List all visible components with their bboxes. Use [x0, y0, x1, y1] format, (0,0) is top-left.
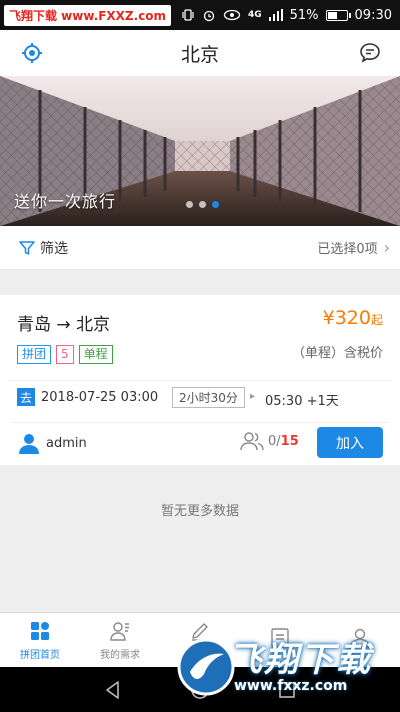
filter-bar[interactable]: 筛选 已选择0项 ›	[0, 226, 400, 270]
tab-home[interactable]: 拼团首页	[0, 613, 80, 667]
tags: 拼团 5 单程	[17, 345, 113, 364]
arrive-time: 05:30 +1天	[265, 394, 339, 409]
no-more-data: 暂无更多数据	[160, 504, 239, 519]
price-suffix: 起	[370, 313, 383, 327]
back-icon[interactable]	[102, 679, 124, 701]
arrow-right-icon: ▸	[250, 391, 256, 402]
status-icons: 4G 51% 09:30	[181, 8, 400, 23]
divider	[10, 422, 390, 423]
watermark-emblem-icon	[177, 638, 235, 696]
carousel-dots	[186, 201, 219, 208]
group-icon	[240, 432, 264, 451]
filter-button[interactable]: 筛选	[18, 238, 68, 258]
page-title: 北京	[180, 43, 219, 66]
trip-card[interactable]: 青岛 → 北京 ¥320起 拼团 5 单程 （单程）含税价 去 2018-07-…	[0, 295, 400, 465]
user-list-icon	[110, 621, 129, 641]
message-icon[interactable]	[358, 41, 382, 65]
depart-time: 2018-07-25 03:00	[41, 389, 159, 405]
tag-group: 拼团	[17, 345, 52, 364]
banner-carousel[interactable]: 送你一次旅行	[0, 76, 400, 226]
battery-percent: 51%	[289, 7, 319, 23]
battery-icon	[325, 9, 351, 21]
route: 青岛 → 北京	[17, 310, 110, 335]
price-value: ¥320	[322, 307, 371, 329]
route-arrow: →	[56, 315, 71, 335]
funnel-icon	[19, 240, 35, 255]
filter-label: 筛选	[40, 240, 68, 257]
duration-badge: 2小时30分	[172, 387, 245, 408]
watermark-title: 飞翔下载	[228, 640, 372, 680]
carousel-dot[interactable]	[186, 201, 193, 208]
eye-icon	[223, 9, 241, 21]
chevron-right-icon: ›	[383, 238, 390, 257]
price: ¥320起	[323, 307, 383, 329]
organizer-name: admin	[46, 435, 87, 451]
tag-oneway: 单程	[78, 345, 113, 364]
watermark-text: 飞翔下载 www.FXXZ.com	[4, 4, 172, 26]
watermark-logo: 飞翔下载 www.fxxz.com	[176, 628, 386, 708]
go-badge: 去	[17, 388, 35, 406]
tax-note: （单程）含税价	[291, 346, 383, 361]
count-current: 0/	[268, 433, 281, 449]
tab-my-needs[interactable]: 我的需求	[80, 613, 160, 667]
watermark-url: www.fxxz.com	[234, 678, 348, 694]
join-button[interactable]: 加入	[317, 427, 383, 458]
route-from: 青岛	[17, 315, 51, 335]
carousel-dot[interactable]	[199, 201, 206, 208]
organizer: admin	[18, 432, 87, 454]
divider	[10, 380, 390, 381]
departure: 去 2018-07-25 03:00	[17, 388, 158, 406]
carousel-dot-active[interactable]	[212, 201, 219, 208]
tab-label: 我的需求	[100, 649, 140, 661]
app-header: 北京	[0, 30, 400, 76]
vibrate-icon	[182, 9, 194, 21]
location-icon[interactable]	[20, 41, 44, 65]
banner-caption: 送你一次旅行	[14, 192, 117, 211]
count-max: 15	[280, 433, 299, 449]
signal-icon	[268, 9, 283, 21]
network-type: 4G	[247, 10, 262, 20]
clock: 09:30	[354, 7, 392, 23]
filter-selection[interactable]: 已选择0项 ›	[317, 238, 390, 257]
user-icon	[19, 434, 39, 454]
tab-label: 拼团首页	[20, 649, 60, 661]
tag-count: 5	[56, 345, 74, 364]
grid-icon	[31, 621, 49, 640]
route-to: 北京	[76, 315, 111, 335]
filter-selected-text: 已选择0项	[317, 242, 378, 257]
status-bar: 飞翔下载 www.FXXZ.com 4G 51% 09:30	[0, 0, 400, 30]
participant-count: 0/15	[240, 431, 299, 451]
alarm-icon	[203, 10, 215, 22]
